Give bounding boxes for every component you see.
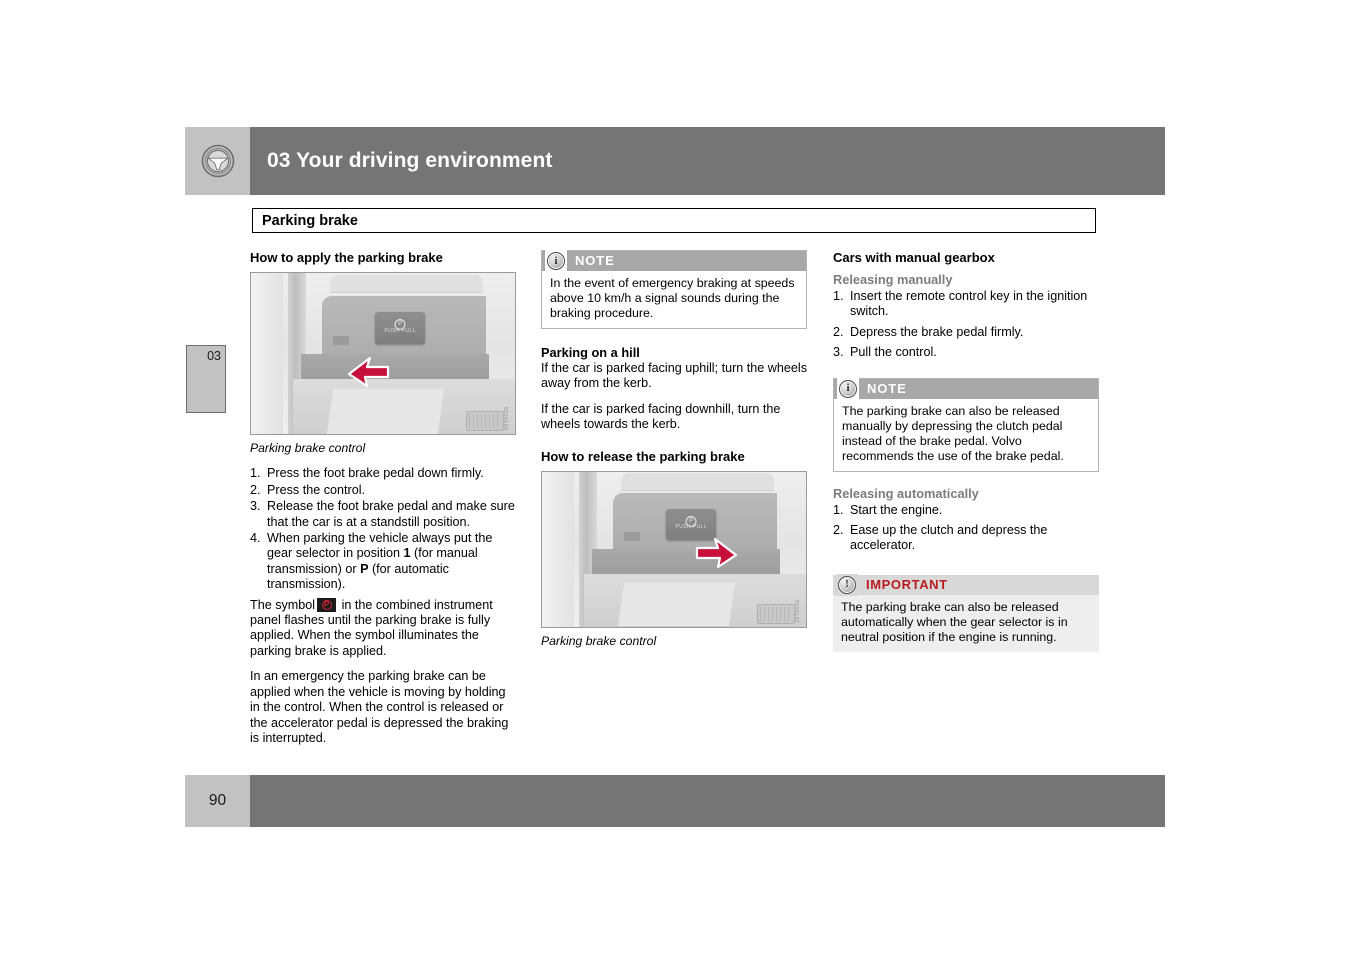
console-lower <box>592 549 780 578</box>
important-box-title: IMPORTANT <box>866 577 948 593</box>
auto-release-steps: 1. Start the engine. 2. Ease up the clut… <box>833 503 1099 554</box>
switch-label: PUSH PULL <box>384 327 416 334</box>
list-number: 2. <box>833 523 844 538</box>
hill-paragraph-1: If the car is parked facing uphill; turn… <box>541 361 808 391</box>
manual-subheading: Releasing manually <box>833 272 953 287</box>
push-arrow-icon <box>347 356 390 388</box>
list-item: 1. Insert the remote control key in the … <box>833 289 1099 320</box>
symbol-paragraph: The symbol in the combined instrument pa… <box>250 597 516 660</box>
footer-page-box: 90 <box>185 775 250 827</box>
manual-release-steps: 1. Insert the remote control key in the … <box>833 289 1099 361</box>
list-number: 1. <box>833 502 844 517</box>
list-text: Release the foot brake pedal and make su… <box>267 499 515 529</box>
auto-subheading: Releasing automatically <box>833 485 979 501</box>
floor-mat <box>327 388 445 434</box>
steering-wheel-icon <box>201 144 234 178</box>
list-text: Pull the control. <box>850 345 937 360</box>
hill-heading: Parking on a hill <box>541 345 640 360</box>
list-number: 3. <box>833 345 844 360</box>
figure-caption: Parking brake control <box>541 633 657 648</box>
door-trim <box>542 471 574 627</box>
figure-release-parking-brake: P PUSH PULL 5500132 Parking brake contro… <box>541 470 807 649</box>
note-icon-wrap: i <box>837 377 859 400</box>
note-box-emergency-braking: i NOTE In the event of emergency braking… <box>541 250 807 329</box>
dashboard-top <box>621 473 775 492</box>
release-heading: How to release the parking brake <box>541 448 745 464</box>
chapter-title: 03 Your driving environment <box>267 149 553 172</box>
list-number: 1. <box>250 466 261 481</box>
list-item: 3. Release the foot brake pedal and make… <box>250 499 516 530</box>
note-box-clutch-release: i NOTE The parking brake can also be rel… <box>833 377 1099 472</box>
page-number: 90 <box>208 792 227 809</box>
figure-frame: P PUSH PULL 5500130 <box>250 272 516 435</box>
info-icon: i <box>839 379 857 398</box>
right-column: Cars with manual gearbox Releasing manua… <box>833 250 1099 652</box>
dashboard-top <box>330 274 484 294</box>
right-heading: Cars with manual gearbox <box>833 250 995 265</box>
section-title-box: Parking brake <box>252 208 1096 233</box>
important-box-auto-release: ! IMPORTANT The parking brake can also b… <box>833 573 1099 652</box>
note-box-body: The parking brake can also be released m… <box>842 403 1064 463</box>
list-item: 3. Pull the control. <box>833 345 1099 360</box>
list-number: 2. <box>250 482 261 497</box>
list-item: 2. Press the control. <box>250 483 516 498</box>
list-text: Ease up the clutch and depress the accel… <box>850 523 1048 553</box>
note-box-header: i NOTE <box>542 250 806 272</box>
exclamation-icon: ! <box>838 575 856 594</box>
list-text: Insert the remote control key in the ign… <box>850 289 1088 319</box>
note-box-header: i NOTE <box>834 377 1098 400</box>
list-text: Press the foot brake pedal down firmly. <box>267 466 484 481</box>
chapter-tab-number: 03 <box>207 349 221 363</box>
figure-watermark: 5500132 <box>793 599 799 623</box>
list-number: 4. <box>250 531 261 546</box>
list-text: Press the control. <box>267 482 365 497</box>
list-text: Start the engine. <box>850 502 943 517</box>
list-item: 2. Ease up the clutch and depress the ac… <box>833 523 1099 554</box>
page-footer-band: 90 <box>185 775 1165 827</box>
hill-paragraph-2: If the car is parked facing downhill, tu… <box>541 401 781 432</box>
list-number: 2. <box>833 324 844 339</box>
floor-mat <box>618 583 736 627</box>
parking-brake-symbol-inline <box>317 597 337 612</box>
middle-column: i NOTE In the event of emergency braking… <box>541 250 807 649</box>
left-column: How to apply the parking brake P PUSH PU… <box>250 250 516 756</box>
parking-brake-switch: P PUSH PULL <box>375 311 426 344</box>
list-text: When parking the vehicle always put the … <box>267 531 516 593</box>
list-item: 4. When parking the vehicle always put t… <box>250 531 516 593</box>
list-number: 1. <box>833 289 844 303</box>
note-box-title: NOTE <box>575 253 615 269</box>
info-icon: i <box>547 252 565 270</box>
chapter-tab: 03 <box>186 345 226 413</box>
page-header-band: 03 Your driving environment <box>185 127 1165 195</box>
figure-caption: Parking brake control <box>250 441 366 455</box>
manual-page: 03 Your driving environment Parking brak… <box>0 0 1350 954</box>
list-item: 2. Depress the brake pedal firmly. <box>833 325 1099 340</box>
header-logo-box <box>185 127 250 195</box>
note-box-body: In the event of emergency braking at spe… <box>550 276 795 320</box>
step4-bold1: 1 <box>403 546 411 561</box>
apply-steps-list: 1. Press the foot brake pedal down firml… <box>250 466 516 592</box>
list-item: 1. Start the engine. <box>833 503 1099 518</box>
figure-frame: P PUSH PULL 5500132 <box>541 470 807 628</box>
pull-arrow-icon <box>695 537 738 568</box>
symbol-para-before: The symbol <box>250 597 316 612</box>
important-box-header: ! IMPORTANT <box>833 573 1099 596</box>
left-heading: How to apply the parking brake <box>250 250 443 265</box>
door-trim <box>251 273 283 434</box>
important-box-body: The parking brake can also be released a… <box>833 594 1099 652</box>
list-number: 3. <box>250 499 261 514</box>
important-icon-wrap: ! <box>836 573 858 596</box>
list-text: Depress the brake pedal firmly. <box>850 324 1024 339</box>
note-icon-wrap: i <box>545 250 567 272</box>
note-box-title: NOTE <box>867 380 907 396</box>
emergency-paragraph: In an emergency the parking brake can be… <box>250 669 509 745</box>
section-title: Parking brake <box>262 212 358 229</box>
secondary-button <box>332 335 349 346</box>
secondary-button <box>623 532 640 542</box>
list-item: 1. Press the foot brake pedal down firml… <box>250 466 516 481</box>
figure-apply-parking-brake: P PUSH PULL 5500130 Parking brake contro… <box>250 272 516 456</box>
figure-watermark: 5500130 <box>502 407 508 430</box>
